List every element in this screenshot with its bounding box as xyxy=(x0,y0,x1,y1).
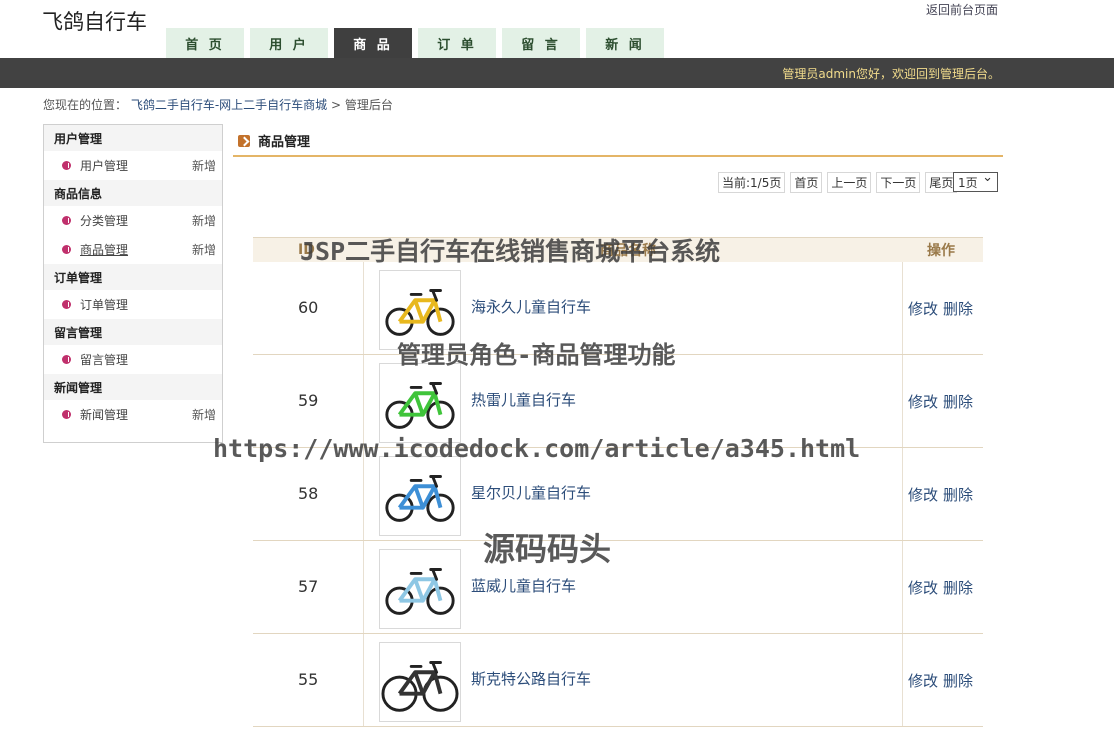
sidebar-item-order-manage: 订单管理 xyxy=(44,290,222,319)
sidebar-group-users: 用户管理 xyxy=(44,125,222,151)
sidebar-add-link[interactable]: 新增 xyxy=(192,406,216,423)
delete-link[interactable]: 删除 xyxy=(943,393,973,411)
bike-icon xyxy=(385,382,455,429)
delete-link[interactable]: 删除 xyxy=(943,300,973,318)
back-to-front-link[interactable]: 返回前台页面 xyxy=(926,1,998,18)
edit-link[interactable]: 修改 xyxy=(908,579,938,597)
watermark-url: https://www.icodedock.com/article/a345.h… xyxy=(213,434,861,463)
nav-tab-news[interactable]: 新 闻 xyxy=(586,28,664,58)
arrow-icon xyxy=(238,134,250,147)
pager-status: 当前:1/5页 xyxy=(718,172,786,193)
row-actions: 修改 删除 xyxy=(908,577,978,598)
edit-link[interactable]: 修改 xyxy=(908,300,938,318)
sidebar-item-product-manage: 商品管理 新增 xyxy=(44,235,222,264)
product-name-link[interactable]: 斯克特公路自行车 xyxy=(471,668,591,689)
sidebar-group-news: 新闻管理 xyxy=(44,374,222,400)
bullet-icon xyxy=(62,300,71,309)
nav-tab-orders[interactable]: 订 单 xyxy=(418,28,496,58)
bike-icon xyxy=(381,661,459,712)
bullet-icon xyxy=(62,245,71,254)
watermark-title: JSP二手自行车在线销售商城平台系统 xyxy=(300,237,721,266)
row-actions: 修改 删除 xyxy=(908,298,978,319)
bike-icon xyxy=(385,568,455,615)
sidebar-item-label[interactable]: 商品管理 xyxy=(80,241,128,258)
product-id: 60 xyxy=(298,298,319,317)
table-row: 57 蓝威儿童自行车 修改 删除 xyxy=(253,541,983,634)
pagination: 当前:1/5页 首页 上一页 下一页 尾页 xyxy=(718,172,962,193)
pager-first[interactable]: 首页 xyxy=(790,172,823,193)
product-name-link[interactable]: 热雷儿童自行车 xyxy=(471,389,576,410)
delete-link[interactable]: 删除 xyxy=(943,486,973,504)
bullet-icon xyxy=(62,355,71,364)
breadcrumb-home-link[interactable]: 飞鸽二手自行车-网上二手自行车商城 xyxy=(131,98,327,112)
panel-title-text: 商品管理 xyxy=(258,135,311,150)
sidebar-item-label[interactable]: 用户管理 xyxy=(80,157,128,174)
nav-tab-users[interactable]: 用 户 xyxy=(250,28,328,58)
sidebar-item-label[interactable]: 新闻管理 xyxy=(80,406,128,423)
bullet-icon xyxy=(62,161,71,170)
pager-next[interactable]: 下一页 xyxy=(876,172,921,193)
delete-link[interactable]: 删除 xyxy=(943,672,973,690)
sidebar-item-user-manage: 用户管理 新增 xyxy=(44,151,222,180)
breadcrumb: 您现在的位置： 飞鸽二手自行车-网上二手自行车商城 > 管理后台 xyxy=(43,96,393,113)
sidebar-item-news-manage: 新闻管理 新增 xyxy=(44,400,222,429)
bullet-icon xyxy=(62,410,71,419)
sidebar-item-category-manage: 分类管理 新增 xyxy=(44,206,222,235)
bullet-icon xyxy=(62,216,71,225)
sidebar-item-message-manage: 留言管理 xyxy=(44,345,222,374)
edit-link[interactable]: 修改 xyxy=(908,672,938,690)
breadcrumb-separator: > xyxy=(331,98,342,112)
row-actions: 修改 删除 xyxy=(908,670,978,691)
product-name-link[interactable]: 星尔贝儿童自行车 xyxy=(471,482,591,503)
nav-tab-messages[interactable]: 留 言 xyxy=(502,28,580,58)
delete-link[interactable]: 删除 xyxy=(943,579,973,597)
product-id: 57 xyxy=(298,577,319,596)
product-id: 59 xyxy=(298,391,319,410)
product-thumbnail[interactable] xyxy=(379,363,461,443)
site-logo: 飞鸽自行车 xyxy=(42,10,147,34)
page-select[interactable]: 1页 xyxy=(953,170,998,192)
sidebar-item-label[interactable]: 分类管理 xyxy=(80,212,128,229)
sidebar: 用户管理 用户管理 新增 商品信息 分类管理 新增 商品管理 新增 订单管理 订… xyxy=(43,124,223,443)
row-actions: 修改 删除 xyxy=(908,484,978,505)
sidebar-add-link[interactable]: 新增 xyxy=(192,212,216,229)
sidebar-group-messages: 留言管理 xyxy=(44,319,222,345)
product-thumbnail[interactable] xyxy=(379,549,461,629)
product-name-link[interactable]: 蓝威儿童自行车 xyxy=(471,575,576,596)
column-header-op: 操作 xyxy=(927,243,955,259)
nav-tab-home[interactable]: 首 页 xyxy=(166,28,244,58)
sidebar-item-label[interactable]: 留言管理 xyxy=(80,351,128,368)
row-actions: 修改 删除 xyxy=(908,391,978,412)
sidebar-add-link[interactable]: 新增 xyxy=(192,241,216,258)
bike-icon xyxy=(385,475,455,522)
edit-link[interactable]: 修改 xyxy=(908,486,938,504)
main-nav: 首 页 用 户 商 品 订 单 留 言 新 闻 xyxy=(166,28,670,58)
panel-divider xyxy=(233,155,1003,157)
watermark-brand: 源码码头 xyxy=(483,530,612,568)
product-name-link[interactable]: 海永久儿童自行车 xyxy=(471,296,591,317)
product-table: ID 商品名称 操作 60 海永久儿童自行车 修改 删除 59 热雷儿童自行车 修… xyxy=(253,237,983,727)
welcome-text: 管理员admin您好，欢迎回到管理后台。 xyxy=(782,67,1000,81)
sidebar-group-orders: 订单管理 xyxy=(44,264,222,290)
pager-prev[interactable]: 上一页 xyxy=(827,172,872,193)
watermark-subtitle: 管理员角色-商品管理功能 xyxy=(397,341,676,369)
product-thumbnail[interactable] xyxy=(379,456,461,536)
breadcrumb-current: 管理后台 xyxy=(344,98,393,112)
product-id: 58 xyxy=(298,484,319,503)
sidebar-group-products: 商品信息 xyxy=(44,180,222,206)
sidebar-item-label[interactable]: 订单管理 xyxy=(80,296,128,313)
product-thumbnail[interactable] xyxy=(379,642,461,722)
product-id: 55 xyxy=(298,670,319,689)
breadcrumb-prefix: 您现在的位置： xyxy=(43,98,128,112)
table-row: 55 斯克特公路自行车 修改 删除 xyxy=(253,634,983,727)
panel-title: 商品管理 xyxy=(238,131,310,150)
nav-tab-products[interactable]: 商 品 xyxy=(334,28,412,58)
sidebar-add-link[interactable]: 新增 xyxy=(192,157,216,174)
edit-link[interactable]: 修改 xyxy=(908,393,938,411)
top-bar: 管理员admin您好，欢迎回到管理后台。 xyxy=(0,58,1114,88)
